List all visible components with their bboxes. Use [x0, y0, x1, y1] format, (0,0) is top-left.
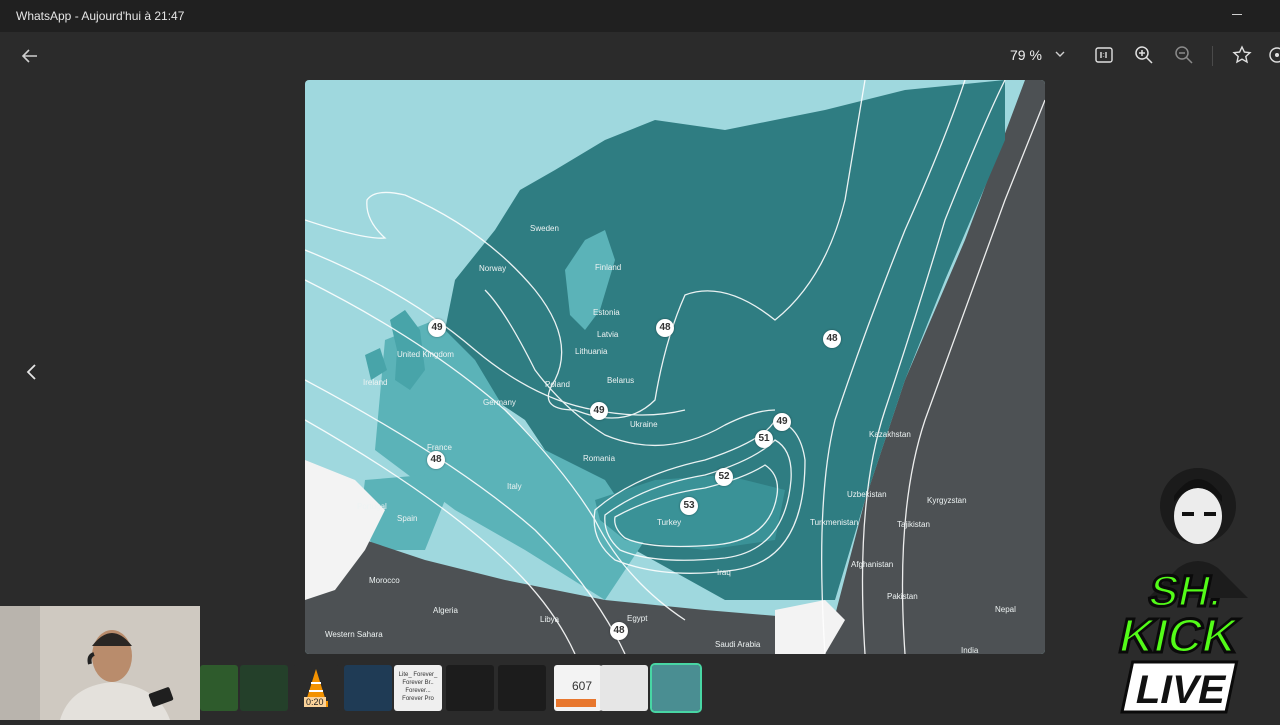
map-label-ukraine: Ukraine	[630, 420, 658, 429]
thumbnail-bar	[556, 699, 596, 707]
minimize-button[interactable]	[1232, 14, 1242, 15]
map-label-poland: Poland	[545, 380, 570, 389]
overlay-kick-text: KICK	[1118, 609, 1243, 662]
thumbnail[interactable]	[344, 665, 392, 711]
map-label-uk: United Kingdom	[397, 350, 454, 359]
map-label-portugal: Portugal	[357, 502, 387, 511]
contour-label: 48	[427, 451, 445, 469]
zoom-level[interactable]: 79 %	[1010, 47, 1042, 63]
map-label-algeria: Algeria	[433, 606, 458, 615]
map-label-germany: Germany	[483, 398, 516, 407]
back-arrow-icon[interactable]	[18, 44, 42, 68]
zoom-out-icon[interactable]	[1173, 44, 1195, 66]
map-graphic	[305, 80, 1045, 654]
map-label-egypt: Egypt	[627, 614, 648, 623]
map-label-finland: Finland	[595, 263, 622, 272]
map-label-estonia: Estonia	[593, 308, 620, 317]
contour-label: 51	[755, 430, 773, 448]
webcam-person-image	[0, 606, 200, 720]
zoom-in-icon[interactable]	[1133, 44, 1155, 66]
title-bar: WhatsApp - Aujourd'hui à 21:47	[0, 0, 1280, 32]
contour-label: 49	[773, 413, 791, 431]
map-label-lithuania: Lithuania	[575, 347, 608, 356]
overlay-live-text: LIVE	[1132, 666, 1231, 711]
map-label-nepal: Nepal	[995, 605, 1016, 614]
thumbnail-video[interactable]: 0:20	[292, 665, 340, 711]
contour-label: 48	[823, 330, 841, 348]
map-label-latvia: Latvia	[597, 330, 619, 339]
more-icon[interactable]	[1266, 44, 1280, 66]
contour-label: 48	[656, 319, 674, 337]
thumbnail[interactable]	[240, 665, 288, 711]
viewer-toolbar: 79 %	[0, 32, 1280, 80]
previous-image-icon[interactable]	[22, 360, 42, 384]
thumbnail[interactable]	[446, 665, 494, 711]
thumbnail[interactable]: 607	[554, 665, 602, 711]
map-label-kazakhstan: Kazakhstan	[869, 430, 911, 439]
map-label-spain: Spain	[397, 514, 418, 523]
map-label-iraq: Iraq	[717, 568, 731, 577]
contour-label: 49	[590, 402, 608, 420]
map-label-western-sahara: Western Sahara	[325, 630, 383, 639]
map-label-afghanistan: Afghanistan	[851, 560, 894, 569]
kick-live-overlay: SH. KICK LIVE	[1113, 458, 1280, 720]
map-label-romania: Romania	[583, 454, 616, 463]
thumbnail-strip: 0:20 Lite_ Forever_ Forever Br.. Forever…	[200, 662, 720, 714]
contour-label: 53	[680, 497, 698, 515]
map-label-belarus: Belarus	[607, 376, 635, 385]
map-label-turkey: Turkey	[657, 518, 682, 527]
map-label-turkmenistan: Turkmenistan	[810, 518, 859, 527]
map-image: Sweden Norway Finland Estonia Latvia Lit…	[305, 80, 1045, 654]
thumbnail-active[interactable]	[650, 663, 702, 713]
map-label-france: France	[427, 443, 452, 452]
map-label-morocco: Morocco	[369, 576, 400, 585]
actual-size-icon[interactable]	[1093, 44, 1115, 66]
window-title: WhatsApp - Aujourd'hui à 21:47	[16, 9, 185, 23]
map-label-pakistan: Pakistan	[887, 592, 918, 601]
thumbnail[interactable]	[498, 665, 546, 711]
thumbnail[interactable]	[200, 665, 238, 711]
map-label-sweden: Sweden	[530, 224, 559, 233]
contour-label: 49	[428, 319, 446, 337]
kick-live-logo: SH. KICK LIVE	[1113, 468, 1248, 714]
map-label-kyrgyzstan: Kyrgyzstan	[927, 496, 967, 505]
star-icon[interactable]	[1231, 44, 1253, 66]
webcam-feed	[0, 606, 200, 720]
map-label-libya: Libya	[540, 615, 560, 624]
thumbnail[interactable]: Lite_ Forever_ Forever Br.. Forever... F…	[394, 665, 442, 711]
map-label-ireland: Ireland	[363, 378, 388, 387]
chevron-down-icon[interactable]	[1052, 46, 1068, 62]
map-label-tajikistan: Tajikistan	[897, 520, 930, 529]
contour-label: 48	[610, 622, 628, 640]
map-label-uzbekistan: Uzbekistan	[847, 490, 887, 499]
thumbnail[interactable]	[600, 665, 648, 711]
toolbar-separator	[1212, 46, 1213, 66]
contour-label: 52	[715, 468, 733, 486]
map-label-italy: Italy	[507, 482, 522, 491]
map-label-india: India	[961, 646, 979, 654]
map-label-saudi-arabia: Saudi Arabia	[715, 640, 761, 649]
map-label-norway: Norway	[479, 264, 507, 273]
